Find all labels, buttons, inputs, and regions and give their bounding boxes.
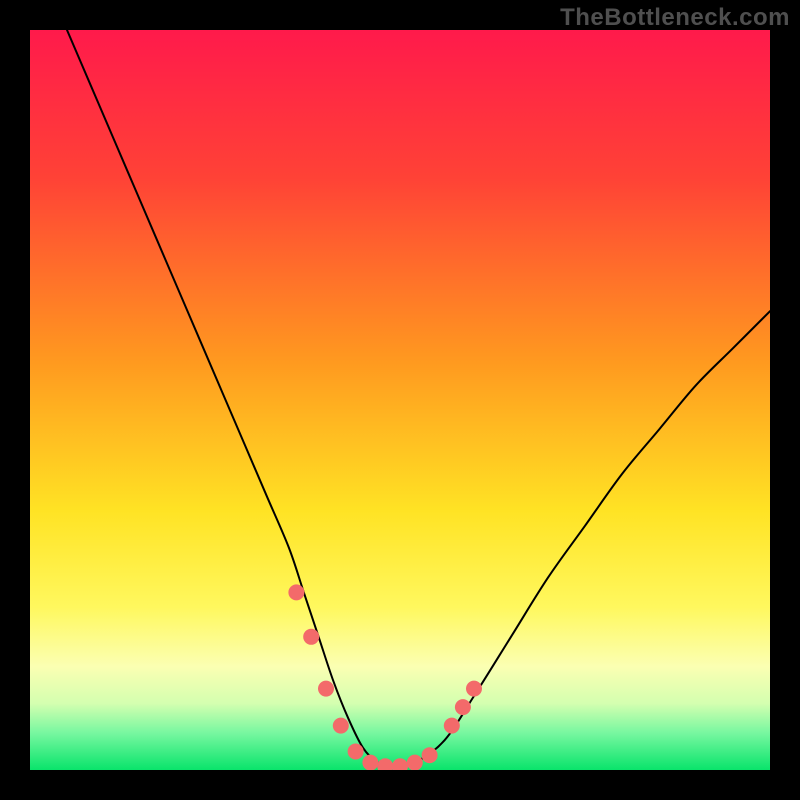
highlight-dot bbox=[466, 681, 482, 697]
highlight-dot bbox=[318, 681, 334, 697]
watermark-text: TheBottleneck.com bbox=[560, 4, 790, 32]
highlight-dot bbox=[444, 718, 460, 734]
plot-background bbox=[30, 30, 770, 770]
highlight-dot bbox=[333, 718, 349, 734]
bottleneck-chart bbox=[30, 30, 770, 770]
highlight-dot bbox=[422, 747, 438, 763]
highlight-dot bbox=[362, 755, 378, 770]
highlight-dot bbox=[407, 755, 423, 770]
highlight-dot bbox=[455, 699, 471, 715]
highlight-dot bbox=[303, 629, 319, 645]
highlight-dot bbox=[288, 584, 304, 600]
chart-frame: TheBottleneck.com bbox=[0, 0, 800, 800]
highlight-dot bbox=[348, 744, 364, 760]
